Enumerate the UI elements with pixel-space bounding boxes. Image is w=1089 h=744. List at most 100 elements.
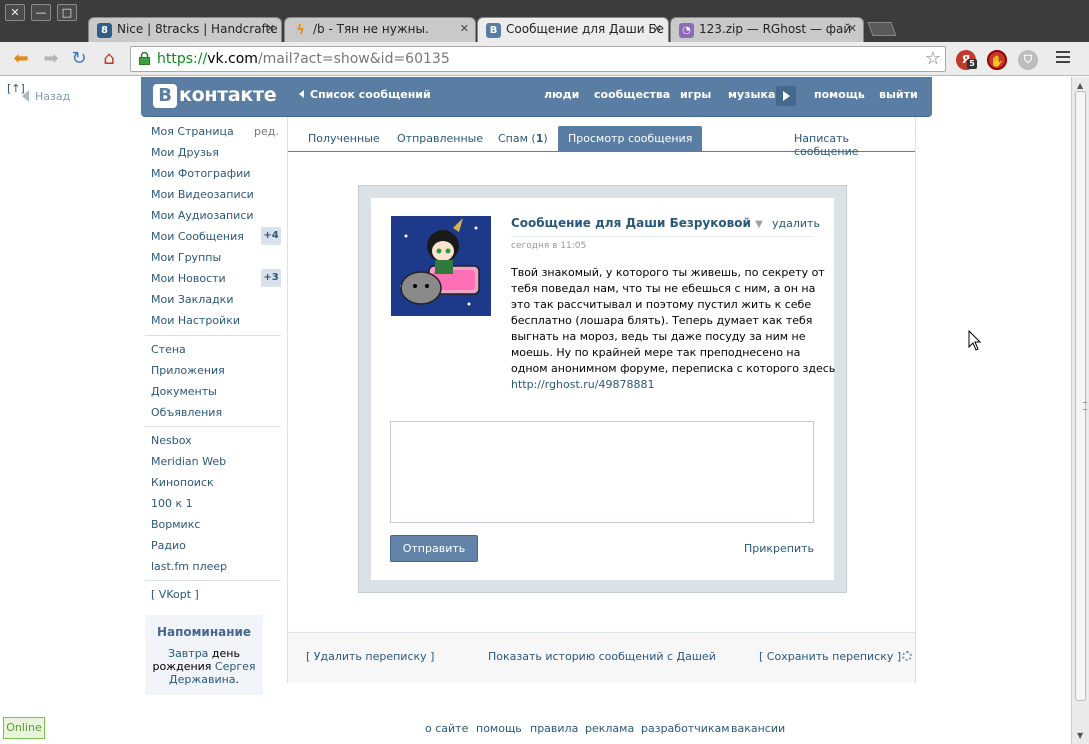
menu-icon[interactable] xyxy=(1056,51,1070,65)
message-title[interactable]: Сообщение для Даши Безруковой ▼ xyxy=(511,216,763,230)
nav-logout[interactable]: выйти xyxy=(879,88,918,101)
reminder-body: Завтра день рождения Сергея Державина. xyxy=(145,647,263,686)
attach-link[interactable]: Прикрепить xyxy=(744,542,814,555)
home-icon[interactable]: ⌂ xyxy=(98,49,120,69)
breadcrumb-message-list[interactable]: Список сообщений xyxy=(299,88,431,101)
sidebar-item-100k1[interactable]: 100 к 1 xyxy=(151,497,281,518)
nav-help[interactable]: помощь xyxy=(814,88,865,101)
mail-tabs: Полученные Отправленные Спам (1) Просмот… xyxy=(288,117,915,158)
sidebar-item-meridian[interactable]: Meridian Web xyxy=(151,455,281,476)
reload-icon[interactable]: ↻ xyxy=(68,49,90,69)
tab-received[interactable]: Полученные xyxy=(308,132,380,145)
tab-close-icon[interactable]: ✕ xyxy=(653,22,662,35)
back-arrow-icon[interactable]: ⬅ xyxy=(10,49,32,69)
vkopt-link[interactable]: [ VKopt ] xyxy=(151,588,281,601)
compose-message-link[interactable]: Написать сообщение xyxy=(794,132,915,158)
scroll-grip xyxy=(1083,402,1087,410)
message-line: бесплатно (лошара блять). Теперь думает … xyxy=(511,314,813,327)
tab-spam[interactable]: Спам (1) xyxy=(498,132,548,145)
footer-developers[interactable]: разработчикам xyxy=(641,722,730,735)
delete-message-link[interactable]: удалить xyxy=(772,217,820,230)
nav-communities[interactable]: сообщества xyxy=(594,88,670,101)
browser-tab-rghost[interactable]: ◔ 123.zip — RGhost — фай ✕ xyxy=(670,17,864,42)
sidebar-item-wall[interactable]: Стена xyxy=(151,343,281,364)
tab-spam-label: ) xyxy=(543,132,548,145)
scrollbar-thumb[interactable] xyxy=(1075,91,1087,701)
sidebar-item-radio[interactable]: Радио xyxy=(151,539,281,560)
message-line: выгнать на мороз, ведь ты даже посуду за… xyxy=(511,330,806,343)
messages-count-badge[interactable]: +4 xyxy=(261,227,281,245)
forward-arrow-icon[interactable]: ➡ xyxy=(40,49,62,69)
send-button[interactable]: Отправить xyxy=(390,535,478,562)
footer-rules[interactable]: правила xyxy=(530,722,578,735)
message-url-link[interactable]: http://rghost.ru/49878881 xyxy=(511,377,811,393)
message-title-text: Сообщение для Даши Безруковой xyxy=(511,216,751,230)
sidebar-item-messages[interactable]: Мои Сообщения +4 xyxy=(151,227,281,251)
tab-close-icon[interactable]: ✕ xyxy=(266,22,275,35)
message-date: сегодня в 11:05 xyxy=(511,241,587,251)
new-tab-button[interactable] xyxy=(867,22,897,36)
sidebar-item-apps[interactable]: Приложения xyxy=(151,364,281,385)
play-icon[interactable] xyxy=(776,86,796,106)
bookmark-star-icon[interactable]: ☆ xyxy=(925,47,941,71)
footer-ads[interactable]: реклама xyxy=(585,722,634,735)
tab-view-message[interactable]: Просмотр сообщения xyxy=(558,126,703,152)
reply-textarea[interactable] xyxy=(390,421,814,523)
show-history-link[interactable]: Показать историю сообщений с Дашей xyxy=(488,650,716,663)
page-viewport: [↑] Назад Вконтакте Список сообщений люд… xyxy=(0,77,1071,744)
reminder-person-link[interactable]: Державина xyxy=(169,673,236,686)
footer-about[interactable]: о сайте xyxy=(425,722,468,735)
vk-logo[interactable]: Вконтакте xyxy=(153,84,277,108)
browser-tab-vk-active[interactable]: B Сообщение для Даши Бе ✕ xyxy=(477,17,669,43)
sidebar-item-videos[interactable]: Мои Видеозаписи xyxy=(151,188,281,209)
sidebar-item-docs[interactable]: Документы xyxy=(151,385,281,406)
tab-close-icon[interactable]: ✕ xyxy=(848,22,857,35)
browser-tab-8tracks[interactable]: 8 Nice | 8tracks | Handcrafte ✕ xyxy=(88,17,282,42)
sidebar-item-wormix[interactable]: Вормикс xyxy=(151,518,281,539)
sidebar-item-kinopoisk[interactable]: Кинопоиск xyxy=(151,476,281,497)
window-maximize-icon[interactable]: □ xyxy=(57,4,77,21)
reminder-date-link[interactable]: Завтра xyxy=(168,647,208,660)
scroll-down-icon[interactable]: ▼ xyxy=(1077,731,1083,740)
message-box: Сообщение для Даши Безруковой ▼ удалить … xyxy=(371,198,835,580)
tab-sent[interactable]: Отправленные xyxy=(397,132,483,145)
address-bar[interactable]: https://vk.com/mail?act=show&id=60135 ☆ xyxy=(130,46,946,72)
window-close-icon[interactable]: ✕ xyxy=(5,4,25,21)
shield-icon[interactable]: ⛉ xyxy=(1018,50,1038,70)
sidebar-item-my-page[interactable]: Моя Страница xyxy=(151,125,281,146)
sidebar-item-settings[interactable]: Мои Настройки xyxy=(151,314,281,335)
tab-close-icon[interactable]: ✕ xyxy=(460,22,469,35)
save-conversation-label: [ Сохранить переписку ] xyxy=(759,650,902,663)
nav-music[interactable]: музыка xyxy=(728,88,775,101)
reminder-person-link[interactable]: Сергея xyxy=(215,660,256,673)
gear-icon[interactable] xyxy=(902,651,913,661)
footer-jobs[interactable]: вакансии xyxy=(731,722,785,735)
nav-games[interactable]: игры xyxy=(680,88,711,101)
dropdown-arrow-icon[interactable]: ▼ xyxy=(755,219,763,230)
browser-tab-2ch[interactable]: ϟ /b - Тян не нужны. ✕ xyxy=(284,17,476,42)
scroll-up-icon[interactable]: ▲ xyxy=(1077,81,1083,90)
sidebar-item-nesbox[interactable]: Nesbox xyxy=(151,434,281,455)
back-triangle-icon xyxy=(22,90,29,102)
reminder-text: рождения xyxy=(152,660,215,673)
vk-header: Вконтакте Список сообщений люди сообщест… xyxy=(141,77,932,117)
back-link[interactable]: Назад xyxy=(22,90,70,103)
save-conversation-link[interactable]: [ Сохранить переписку ] xyxy=(759,650,913,663)
nav-people[interactable]: люди xyxy=(544,88,579,101)
avatar-image xyxy=(391,216,491,316)
sidebar-item-friends[interactable]: Мои Друзья xyxy=(151,146,281,167)
sidebar-item-bookmarks[interactable]: Мои Закладки xyxy=(151,293,281,314)
sidebar-item-ads[interactable]: Объявления xyxy=(151,406,281,427)
sidebar-item-photos[interactable]: Мои Фотографии xyxy=(151,167,281,188)
title-divider xyxy=(511,236,813,237)
adblock-icon[interactable]: ✋ xyxy=(987,50,1007,70)
sidebar-item-lastfm[interactable]: last.fm плеер xyxy=(151,560,281,581)
footer-help[interactable]: помощь xyxy=(476,722,522,735)
avatar[interactable] xyxy=(391,216,491,316)
window-minimize-icon[interactable]: — xyxy=(31,4,51,21)
delete-conversation-link[interactable]: [ Удалить переписку ] xyxy=(306,650,434,663)
news-count-badge[interactable]: +3 xyxy=(261,269,281,287)
yandex-mail-icon[interactable]: Я5 xyxy=(956,50,977,70)
sidebar-item-news[interactable]: Мои Новости +3 xyxy=(151,269,281,293)
vertical-scrollbar[interactable]: ▲ ▼ xyxy=(1071,77,1089,744)
